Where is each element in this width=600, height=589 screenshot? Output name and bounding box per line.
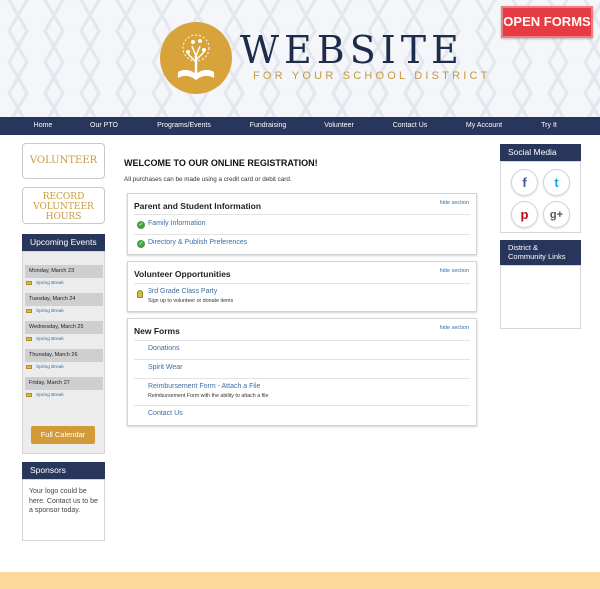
parent-student-card: Parent and Student Information hide sect… bbox=[127, 193, 477, 255]
lightbulb-icon bbox=[137, 290, 143, 298]
list-item[interactable]: 3rd Grade Class Party Sign up to volunte… bbox=[134, 283, 470, 311]
contact-us-form-link[interactable]: Contact Us bbox=[148, 410, 183, 417]
logo-title: WEBSITE bbox=[240, 28, 464, 72]
nav-item-programs-events[interactable]: Programs/Events bbox=[157, 117, 211, 135]
page-title: WELCOME TO OUR ONLINE REGISTRATION! bbox=[124, 158, 318, 168]
event-date: Tuesday, March 24 bbox=[25, 293, 103, 306]
spirit-wear-link[interactable]: Spirit Wear bbox=[148, 364, 183, 371]
check-icon: ✓ bbox=[137, 221, 145, 229]
event-item-label: Spring Break bbox=[36, 309, 64, 314]
event-item[interactable]: Spring Break bbox=[26, 280, 64, 288]
volunteer-button[interactable]: VOLUNTEER bbox=[22, 143, 105, 179]
nav-item-fundraising[interactable]: Fundraising bbox=[250, 117, 287, 135]
nav-item-home[interactable]: Home bbox=[34, 117, 53, 135]
event-date: Friday, March 27 bbox=[25, 377, 103, 390]
twitter-icon[interactable]: t bbox=[543, 169, 570, 196]
event-item[interactable]: Spring Break bbox=[26, 336, 64, 344]
record-line-2: VOLUNTEER bbox=[33, 202, 94, 212]
class-party-link[interactable]: 3rd Grade Class Party bbox=[148, 288, 217, 295]
hide-section-link[interactable]: hide section bbox=[440, 200, 469, 206]
event-item[interactable]: Spring Break bbox=[26, 308, 64, 316]
full-calendar-button[interactable]: Full Calendar bbox=[31, 426, 95, 444]
district-community-links-panel bbox=[500, 265, 581, 329]
donations-link[interactable]: Donations bbox=[148, 345, 180, 352]
list-item[interactable]: Spirit Wear bbox=[134, 359, 470, 378]
card-title: Parent and Student Information bbox=[134, 201, 262, 211]
event-item-label: Spring Break bbox=[36, 337, 64, 342]
nav-item-my-account[interactable]: My Account bbox=[466, 117, 502, 135]
class-party-description: Sign up to volunteer or donate items bbox=[148, 298, 234, 304]
hide-section-link[interactable]: hide section bbox=[440, 325, 469, 331]
calendar-icon bbox=[26, 364, 32, 369]
record-volunteer-hours-button[interactable]: RECORD VOLUNTEER HOURS bbox=[22, 187, 105, 224]
social-media-panel: f t p g+ bbox=[500, 161, 581, 233]
page-header: WEBSITE FOR YOUR SCHOOL DISTRICT OPEN FO… bbox=[0, 0, 600, 117]
nav-item-contact-us[interactable]: Contact Us bbox=[393, 117, 428, 135]
district-title-line-2: Community Links bbox=[508, 251, 566, 261]
upcoming-events-panel: Monday, March 23 Spring Break Tuesday, M… bbox=[22, 251, 105, 454]
calendar-icon bbox=[26, 280, 32, 285]
event-item-label: Spring Break bbox=[36, 393, 64, 398]
purchases-note: All purchases can be made using a credit… bbox=[124, 176, 292, 183]
footer-bar bbox=[0, 572, 600, 589]
upcoming-events-title: Upcoming Events bbox=[22, 234, 105, 251]
event-item[interactable]: Spring Break bbox=[26, 364, 64, 372]
pinterest-icon[interactable]: p bbox=[511, 201, 538, 228]
open-forms-button[interactable]: OPEN FORMS bbox=[501, 6, 593, 38]
facebook-icon[interactable]: f bbox=[511, 169, 538, 196]
sponsors-title: Sponsors bbox=[22, 462, 105, 479]
main-nav: Home Our PTO Programs/Events Fundraising… bbox=[0, 117, 600, 135]
reimbursement-form-description: Reimbursement Form with the ability to a… bbox=[148, 393, 269, 399]
district-community-links-title: District & Community Links bbox=[500, 240, 581, 265]
event-item-label: Spring Break bbox=[36, 365, 64, 370]
nav-item-our-pto[interactable]: Our PTO bbox=[90, 117, 118, 135]
calendar-icon bbox=[26, 392, 32, 397]
event-date: Wednesday, March 25 bbox=[25, 321, 103, 334]
family-information-link[interactable]: Family Information bbox=[148, 220, 206, 227]
nav-item-volunteer[interactable]: Volunteer bbox=[324, 117, 354, 135]
volunteer-opportunities-card: Volunteer Opportunities hide section 3rd… bbox=[127, 261, 477, 312]
sponsors-panel: Your logo could be here. Contact us to b… bbox=[22, 479, 105, 541]
list-item[interactable]: Reimbursement Form - Attach a File Reimb… bbox=[134, 378, 470, 405]
list-item[interactable]: ✓ Family Information bbox=[134, 214, 470, 234]
event-item[interactable]: Spring Break bbox=[26, 392, 64, 400]
reimbursement-form-link[interactable]: Reimbursement Form - Attach a File bbox=[148, 383, 260, 390]
logo-subtitle: FOR YOUR SCHOOL DISTRICT bbox=[253, 70, 491, 82]
calendar-icon bbox=[26, 308, 32, 313]
event-date: Monday, March 23 bbox=[25, 265, 103, 278]
directory-preferences-link[interactable]: Directory & Publish Preferences bbox=[148, 239, 247, 246]
logo-tree-book-icon[interactable] bbox=[160, 22, 232, 94]
record-line-3: HOURS bbox=[45, 212, 82, 222]
new-forms-card: New Forms hide section Donations Spirit … bbox=[127, 318, 477, 426]
social-media-title: Social Media bbox=[500, 144, 581, 161]
sponsors-text: Your logo could be here. Contact us to b… bbox=[29, 488, 98, 514]
list-item[interactable]: Donations bbox=[134, 340, 470, 359]
check-icon: ✓ bbox=[137, 240, 145, 248]
event-item-label: Spring Break bbox=[36, 281, 64, 286]
nav-item-try-it[interactable]: Try It bbox=[541, 117, 557, 135]
list-item[interactable]: Contact Us bbox=[134, 405, 470, 425]
google-plus-icon[interactable]: g+ bbox=[543, 201, 570, 228]
record-line-1: RECORD bbox=[42, 192, 85, 202]
event-date: Thursday, March 26 bbox=[25, 349, 103, 362]
calendar-icon bbox=[26, 336, 32, 341]
card-title: New Forms bbox=[134, 326, 180, 336]
card-title: Volunteer Opportunities bbox=[134, 269, 231, 279]
list-item[interactable]: ✓ Directory & Publish Preferences bbox=[134, 234, 470, 254]
hide-section-link[interactable]: hide section bbox=[440, 268, 469, 274]
